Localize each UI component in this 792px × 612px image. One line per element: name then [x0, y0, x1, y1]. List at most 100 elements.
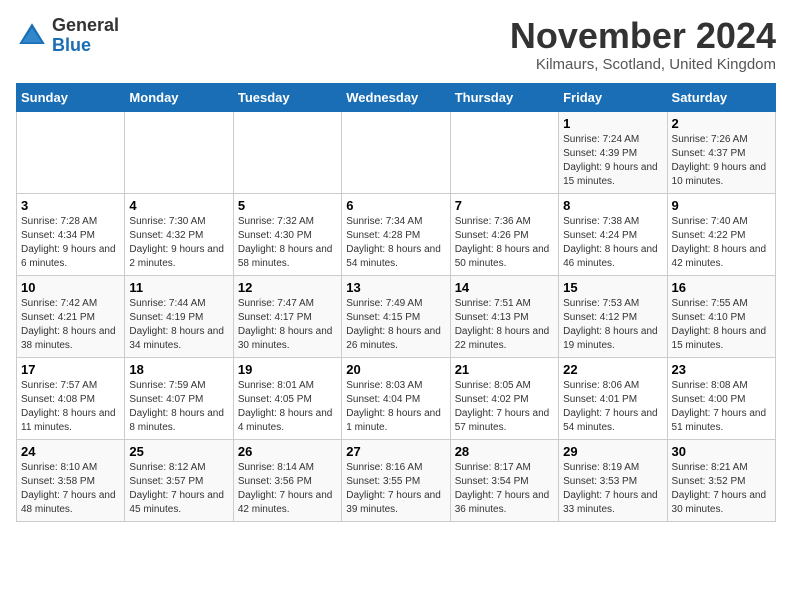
calendar-cell: 16 Sunrise: 7:55 AM Sunset: 4:10 PM Dayli…: [667, 275, 775, 357]
day-number: 26: [238, 444, 337, 459]
calendar-cell: 2 Sunrise: 7:26 AM Sunset: 4:37 PM Daylig…: [667, 111, 775, 193]
calendar-cell: 4Sunrise: 7:30 AM Sunset: 4:32 PM Daylig…: [125, 193, 233, 275]
calendar-cell: 22 Sunrise: 8:06 AM Sunset: 4:01 PM Dayli…: [559, 357, 667, 439]
weekday-header-sunday: Sunday: [17, 83, 125, 111]
day-number: 21: [455, 362, 554, 377]
calendar-cell: 14 Sunrise: 7:51 AM Sunset: 4:13 PM Dayli…: [450, 275, 558, 357]
day-number: 4: [129, 198, 228, 213]
calendar-cell: 29 Sunrise: 8:19 AM Sunset: 3:53 PM Dayli…: [559, 439, 667, 521]
logo-icon: [16, 20, 48, 52]
day-number: 11: [129, 280, 228, 295]
calendar-week-3: 10 Sunrise: 7:42 AM Sunset: 4:21 PM Dayli…: [17, 275, 776, 357]
day-info: Sunrise: 7:57 AM Sunset: 4:08 PM Dayligh…: [21, 379, 120, 435]
day-number: 29: [563, 444, 662, 459]
weekday-header-saturday: Saturday: [667, 83, 775, 111]
day-number: 12: [238, 280, 337, 295]
calendar-cell: 6 Sunrise: 7:34 AM Sunset: 4:28 PM Daylig…: [342, 193, 450, 275]
day-info: Sunrise: 7:51 AM Sunset: 4:13 PM Dayligh…: [455, 297, 554, 353]
day-info: Sunrise: 8:12 AM Sunset: 3:57 PM Dayligh…: [129, 461, 228, 517]
location-text: Kilmaurs, Scotland, United Kingdom: [510, 56, 776, 73]
day-info: Sunrise: 8:21 AM Sunset: 3:52 PM Dayligh…: [672, 461, 771, 517]
day-info: Sunrise: 7:49 AM Sunset: 4:15 PM Dayligh…: [346, 297, 445, 353]
calendar-cell: 8 Sunrise: 7:38 AM Sunset: 4:24 PM Daylig…: [559, 193, 667, 275]
day-info: Sunrise: 8:05 AM Sunset: 4:02 PM Dayligh…: [455, 379, 554, 435]
day-info: Sunrise: 8:03 AM Sunset: 4:04 PM Dayligh…: [346, 379, 445, 435]
calendar-table: SundayMondayTuesdayWednesdayThursdayFrid…: [16, 83, 776, 522]
day-number: 10: [21, 280, 120, 295]
calendar-cell: 17 Sunrise: 7:57 AM Sunset: 4:08 PM Dayli…: [17, 357, 125, 439]
calendar-cell: 26Sunrise: 8:14 AM Sunset: 3:56 PM Dayli…: [233, 439, 341, 521]
day-info: Sunrise: 7:34 AM Sunset: 4:28 PM Dayligh…: [346, 215, 445, 271]
logo-text: General Blue: [52, 16, 119, 56]
calendar-cell: [125, 111, 233, 193]
day-info: Sunrise: 8:06 AM Sunset: 4:01 PM Dayligh…: [563, 379, 662, 435]
day-number: 22: [563, 362, 662, 377]
weekday-header-row: SundayMondayTuesdayWednesdayThursdayFrid…: [17, 83, 776, 111]
day-number: 16: [672, 280, 771, 295]
day-info: Sunrise: 7:44 AM Sunset: 4:19 PM Dayligh…: [129, 297, 228, 353]
day-info: Sunrise: 7:24 AM Sunset: 4:39 PM Dayligh…: [563, 133, 662, 189]
day-info: Sunrise: 7:55 AM Sunset: 4:10 PM Dayligh…: [672, 297, 771, 353]
day-info: Sunrise: 7:32 AM Sunset: 4:30 PM Dayligh…: [238, 215, 337, 271]
day-info: Sunrise: 8:01 AM Sunset: 4:05 PM Dayligh…: [238, 379, 337, 435]
title-section: November 2024 Kilmaurs, Scotland, United…: [510, 16, 776, 73]
calendar-cell: 25 Sunrise: 8:12 AM Sunset: 3:57 PM Dayli…: [125, 439, 233, 521]
day-number: 28: [455, 444, 554, 459]
day-number: 15: [563, 280, 662, 295]
month-title: November 2024: [510, 16, 776, 56]
day-number: 18: [129, 362, 228, 377]
day-number: 14: [455, 280, 554, 295]
calendar-cell: 27 Sunrise: 8:16 AM Sunset: 3:55 PM Dayli…: [342, 439, 450, 521]
calendar-cell: 3Sunrise: 7:28 AM Sunset: 4:34 PM Daylig…: [17, 193, 125, 275]
day-number: 24: [21, 444, 120, 459]
day-number: 8: [563, 198, 662, 213]
day-number: 23: [672, 362, 771, 377]
day-info: Sunrise: 8:10 AM Sunset: 3:58 PM Dayligh…: [21, 461, 120, 517]
day-number: 27: [346, 444, 445, 459]
day-number: 25: [129, 444, 228, 459]
calendar-cell: [450, 111, 558, 193]
calendar-cell: 20 Sunrise: 8:03 AM Sunset: 4:04 PM Dayli…: [342, 357, 450, 439]
calendar-cell: 18Sunrise: 7:59 AM Sunset: 4:07 PM Dayli…: [125, 357, 233, 439]
day-info: Sunrise: 8:19 AM Sunset: 3:53 PM Dayligh…: [563, 461, 662, 517]
logo-blue-text: Blue: [52, 35, 91, 55]
calendar-cell: 12 Sunrise: 7:47 AM Sunset: 4:17 PM Dayli…: [233, 275, 341, 357]
calendar-cell: 13Sunrise: 7:49 AM Sunset: 4:15 PM Dayli…: [342, 275, 450, 357]
day-number: 30: [672, 444, 771, 459]
calendar-cell: 28 Sunrise: 8:17 AM Sunset: 3:54 PM Dayli…: [450, 439, 558, 521]
day-info: Sunrise: 8:08 AM Sunset: 4:00 PM Dayligh…: [672, 379, 771, 435]
calendar-cell: 7Sunrise: 7:36 AM Sunset: 4:26 PM Daylig…: [450, 193, 558, 275]
calendar-cell: 1 Sunrise: 7:24 AM Sunset: 4:39 PM Daylig…: [559, 111, 667, 193]
calendar-cell: 11 Sunrise: 7:44 AM Sunset: 4:19 PM Dayli…: [125, 275, 233, 357]
day-info: Sunrise: 7:36 AM Sunset: 4:26 PM Dayligh…: [455, 215, 554, 271]
page-header: General Blue November 2024 Kilmaurs, Sco…: [16, 16, 776, 73]
weekday-header-friday: Friday: [559, 83, 667, 111]
day-info: Sunrise: 7:38 AM Sunset: 4:24 PM Dayligh…: [563, 215, 662, 271]
logo: General Blue: [16, 16, 119, 56]
day-number: 9: [672, 198, 771, 213]
day-number: 5: [238, 198, 337, 213]
day-info: Sunrise: 7:42 AM Sunset: 4:21 PM Dayligh…: [21, 297, 120, 353]
day-info: Sunrise: 8:17 AM Sunset: 3:54 PM Dayligh…: [455, 461, 554, 517]
calendar-cell: 9Sunrise: 7:40 AM Sunset: 4:22 PM Daylig…: [667, 193, 775, 275]
calendar-cell: [342, 111, 450, 193]
day-info: Sunrise: 8:16 AM Sunset: 3:55 PM Dayligh…: [346, 461, 445, 517]
calendar-cell: [17, 111, 125, 193]
calendar-cell: 15Sunrise: 7:53 AM Sunset: 4:12 PM Dayli…: [559, 275, 667, 357]
day-number: 2: [672, 116, 771, 131]
weekday-header-wednesday: Wednesday: [342, 83, 450, 111]
day-info: Sunrise: 7:28 AM Sunset: 4:34 PM Dayligh…: [21, 215, 120, 271]
day-info: Sunrise: 7:47 AM Sunset: 4:17 PM Dayligh…: [238, 297, 337, 353]
calendar-week-5: 24 Sunrise: 8:10 AM Sunset: 3:58 PM Dayli…: [17, 439, 776, 521]
weekday-header-tuesday: Tuesday: [233, 83, 341, 111]
day-info: Sunrise: 7:26 AM Sunset: 4:37 PM Dayligh…: [672, 133, 771, 189]
calendar-cell: 24 Sunrise: 8:10 AM Sunset: 3:58 PM Dayli…: [17, 439, 125, 521]
calendar-cell: 21 Sunrise: 8:05 AM Sunset: 4:02 PM Dayli…: [450, 357, 558, 439]
weekday-header-monday: Monday: [125, 83, 233, 111]
day-number: 19: [238, 362, 337, 377]
day-number: 6: [346, 198, 445, 213]
day-number: 20: [346, 362, 445, 377]
day-number: 1: [563, 116, 662, 131]
day-number: 17: [21, 362, 120, 377]
logo-general-text: General: [52, 15, 119, 35]
